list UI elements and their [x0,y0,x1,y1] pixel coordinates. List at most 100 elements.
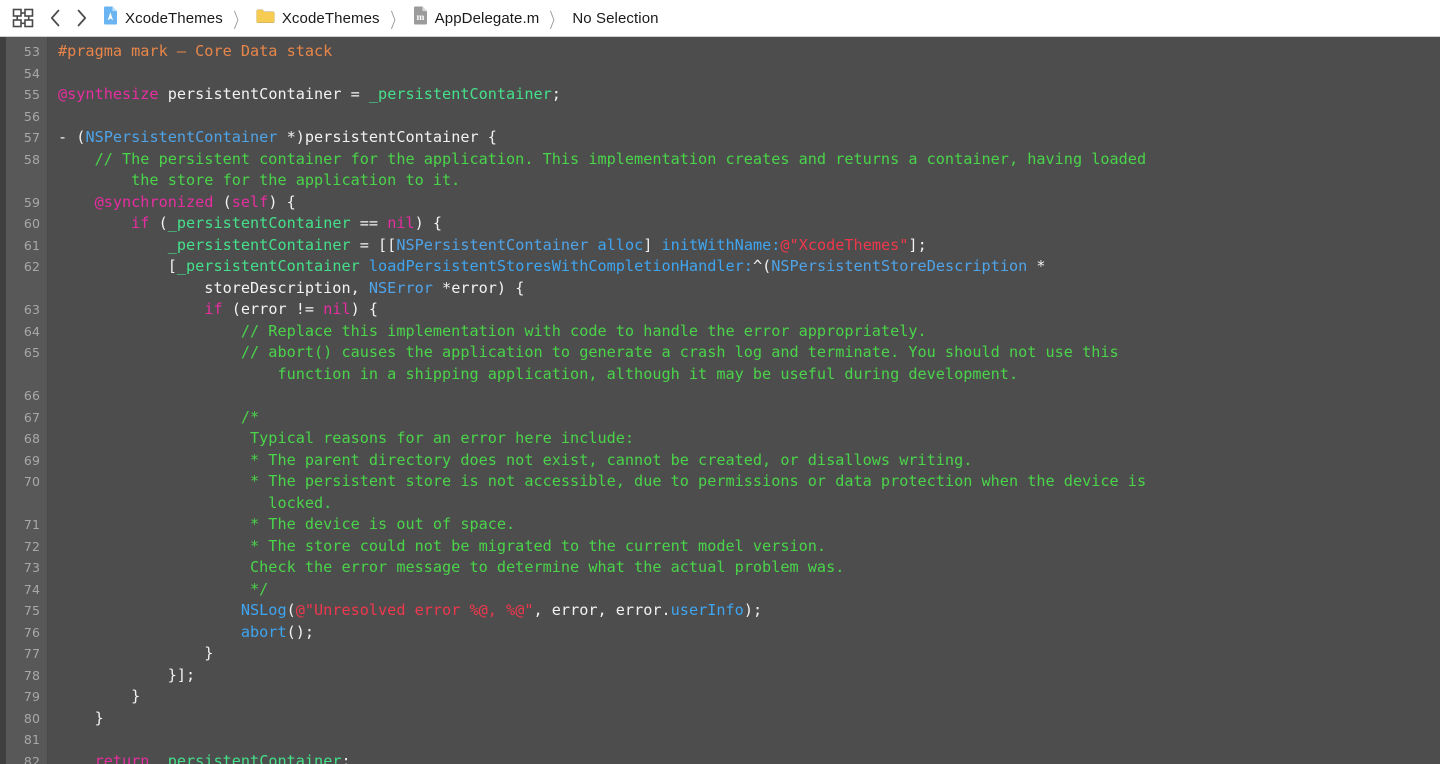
code-token: }]; [58,665,196,684]
code-line: Typical reasons for an error here includ… [48,428,1440,450]
breadcrumb-label: No Selection [572,9,659,27]
code-line: * The parent directory does not exist, c… [48,450,1440,472]
code-token: _persistentContainer [167,214,351,232]
navigate-back-button[interactable] [42,6,68,30]
code-token: NSPersistentContainer [396,235,589,254]
code-line: // abort() causes the application to gen… [48,342,1440,364]
code-token: _persistentContainer [167,235,351,254]
code-token: */ [58,579,269,598]
line-number: 70 [23,474,40,489]
folder-icon [256,8,275,29]
code-token: storeDescription, [58,278,369,297]
breadcrumb-item-selection[interactable]: No Selection [571,6,659,30]
line-number: 71 [23,517,40,532]
breadcrumb-item-project[interactable]: XcodeThemes [102,6,224,30]
breadcrumb: XcodeThemes 〉 XcodeThemes 〉 m AppDelegat… [102,6,660,32]
code-token: self [231,192,269,211]
line-number: 61 [23,237,40,253]
line-number: 58 [23,151,40,167]
jump-bar: XcodeThemes 〉 XcodeThemes 〉 m AppDelegat… [0,0,1440,37]
code-line: } [48,643,1440,665]
code-token: NSLog [240,601,287,619]
breadcrumb-separator: 〉 [390,9,403,32]
code-token: ] [643,235,662,254]
code-line: // Replace this implementation with code… [48,321,1440,343]
code-line: */ [48,579,1440,601]
code-token: ; [341,751,351,764]
code-token: @synchronized [94,192,214,211]
code-token: ]; [908,235,927,254]
code-text-area[interactable]: #pragma mark — Core Data stack @synthesi… [48,37,1440,764]
code-token: == [350,214,388,232]
code-line: // The persistent container for the appl… [48,149,1440,171]
code-token: } [58,687,141,705]
code-line: if (_persistentContainer == nil) { [48,213,1440,235]
code-token: , error, error. [533,601,671,619]
line-number: 59 [23,194,40,210]
code-token: (error != [222,300,324,318]
code-token: initWithName: [661,235,781,254]
line-number-wrapped [6,493,47,515]
code-token: _persistentContainer [176,257,360,275]
code-token: // abort() causes the application to gen… [58,343,1119,361]
line-number-gutter[interactable]: 53 54 55 56 57 58 59 60 61 62 63 64 65 66 67 68 69 70 71 72… [6,37,48,764]
code-token: ; [551,85,561,103]
line-number: 69 [23,452,40,468]
code-line: _persistentContainer = [[NSPersistentCon… [48,235,1440,257]
code-token: ^( [752,257,772,275]
navigate-forward-button[interactable] [68,6,94,30]
breadcrumb-item-group[interactable]: XcodeThemes [255,6,381,30]
code-token: * The device is out of space. [58,515,516,533]
line-number: 79 [23,689,40,704]
code-line: } [48,686,1440,708]
code-token: ( [213,192,232,211]
code-line: }]; [48,665,1440,687]
line-number: 78 [23,667,40,683]
code-token: ); [743,601,763,619]
breadcrumb-label: AppDelegate.m [434,9,540,27]
code-line: /* [48,407,1440,429]
code-line: the store for the application to it. [48,170,1440,192]
line-number: 77 [23,646,40,661]
line-number: 76 [23,624,40,640]
code-token: @"Unresolved error %@, %@" [295,601,534,619]
code-line: return _persistentContainer; [48,751,1440,764]
code-token: alloc [597,235,644,254]
line-number: 55 [23,87,40,102]
code-token: * The store could not be migrated to the… [58,536,827,555]
breadcrumb-separator: 〉 [549,9,562,32]
code-token: function in a shipping application, alth… [58,364,1019,383]
code-token: *)persistentContainer { [277,128,497,146]
objc-implementation-file-icon: m [413,6,428,30]
code-line: storeDescription, NSError *error) { [48,278,1440,300]
code-token: } [58,644,214,662]
code-token: userInfo [670,601,744,619]
code-token: ) { [268,192,296,211]
line-number: 62 [23,259,40,274]
code-token: /* [58,407,260,426]
code-line: function in a shipping application, alth… [48,364,1440,386]
grid-related-items-icon[interactable] [10,7,36,29]
code-token: ) { [350,300,379,318]
code-line: Check the error message to determine wha… [48,557,1440,579]
code-token: Typical reasons for an error here includ… [58,429,635,447]
code-line: } [48,708,1440,730]
line-number: 72 [23,538,40,554]
line-number-wrapped [6,278,47,300]
code-token: @synthesize [58,85,159,103]
line-number: 64 [23,323,40,339]
code-token: * The persistent store is not accessible… [58,472,1147,490]
code-token: * The parent directory does not exist, c… [58,450,973,469]
breadcrumb-item-file[interactable]: m AppDelegate.m [412,6,541,30]
code-token: ) { [414,214,443,232]
code-line: [_persistentContainer loadPersistentStor… [48,256,1440,278]
line-number: 66 [23,388,40,403]
code-token: NSPersistentContainer [85,128,278,146]
